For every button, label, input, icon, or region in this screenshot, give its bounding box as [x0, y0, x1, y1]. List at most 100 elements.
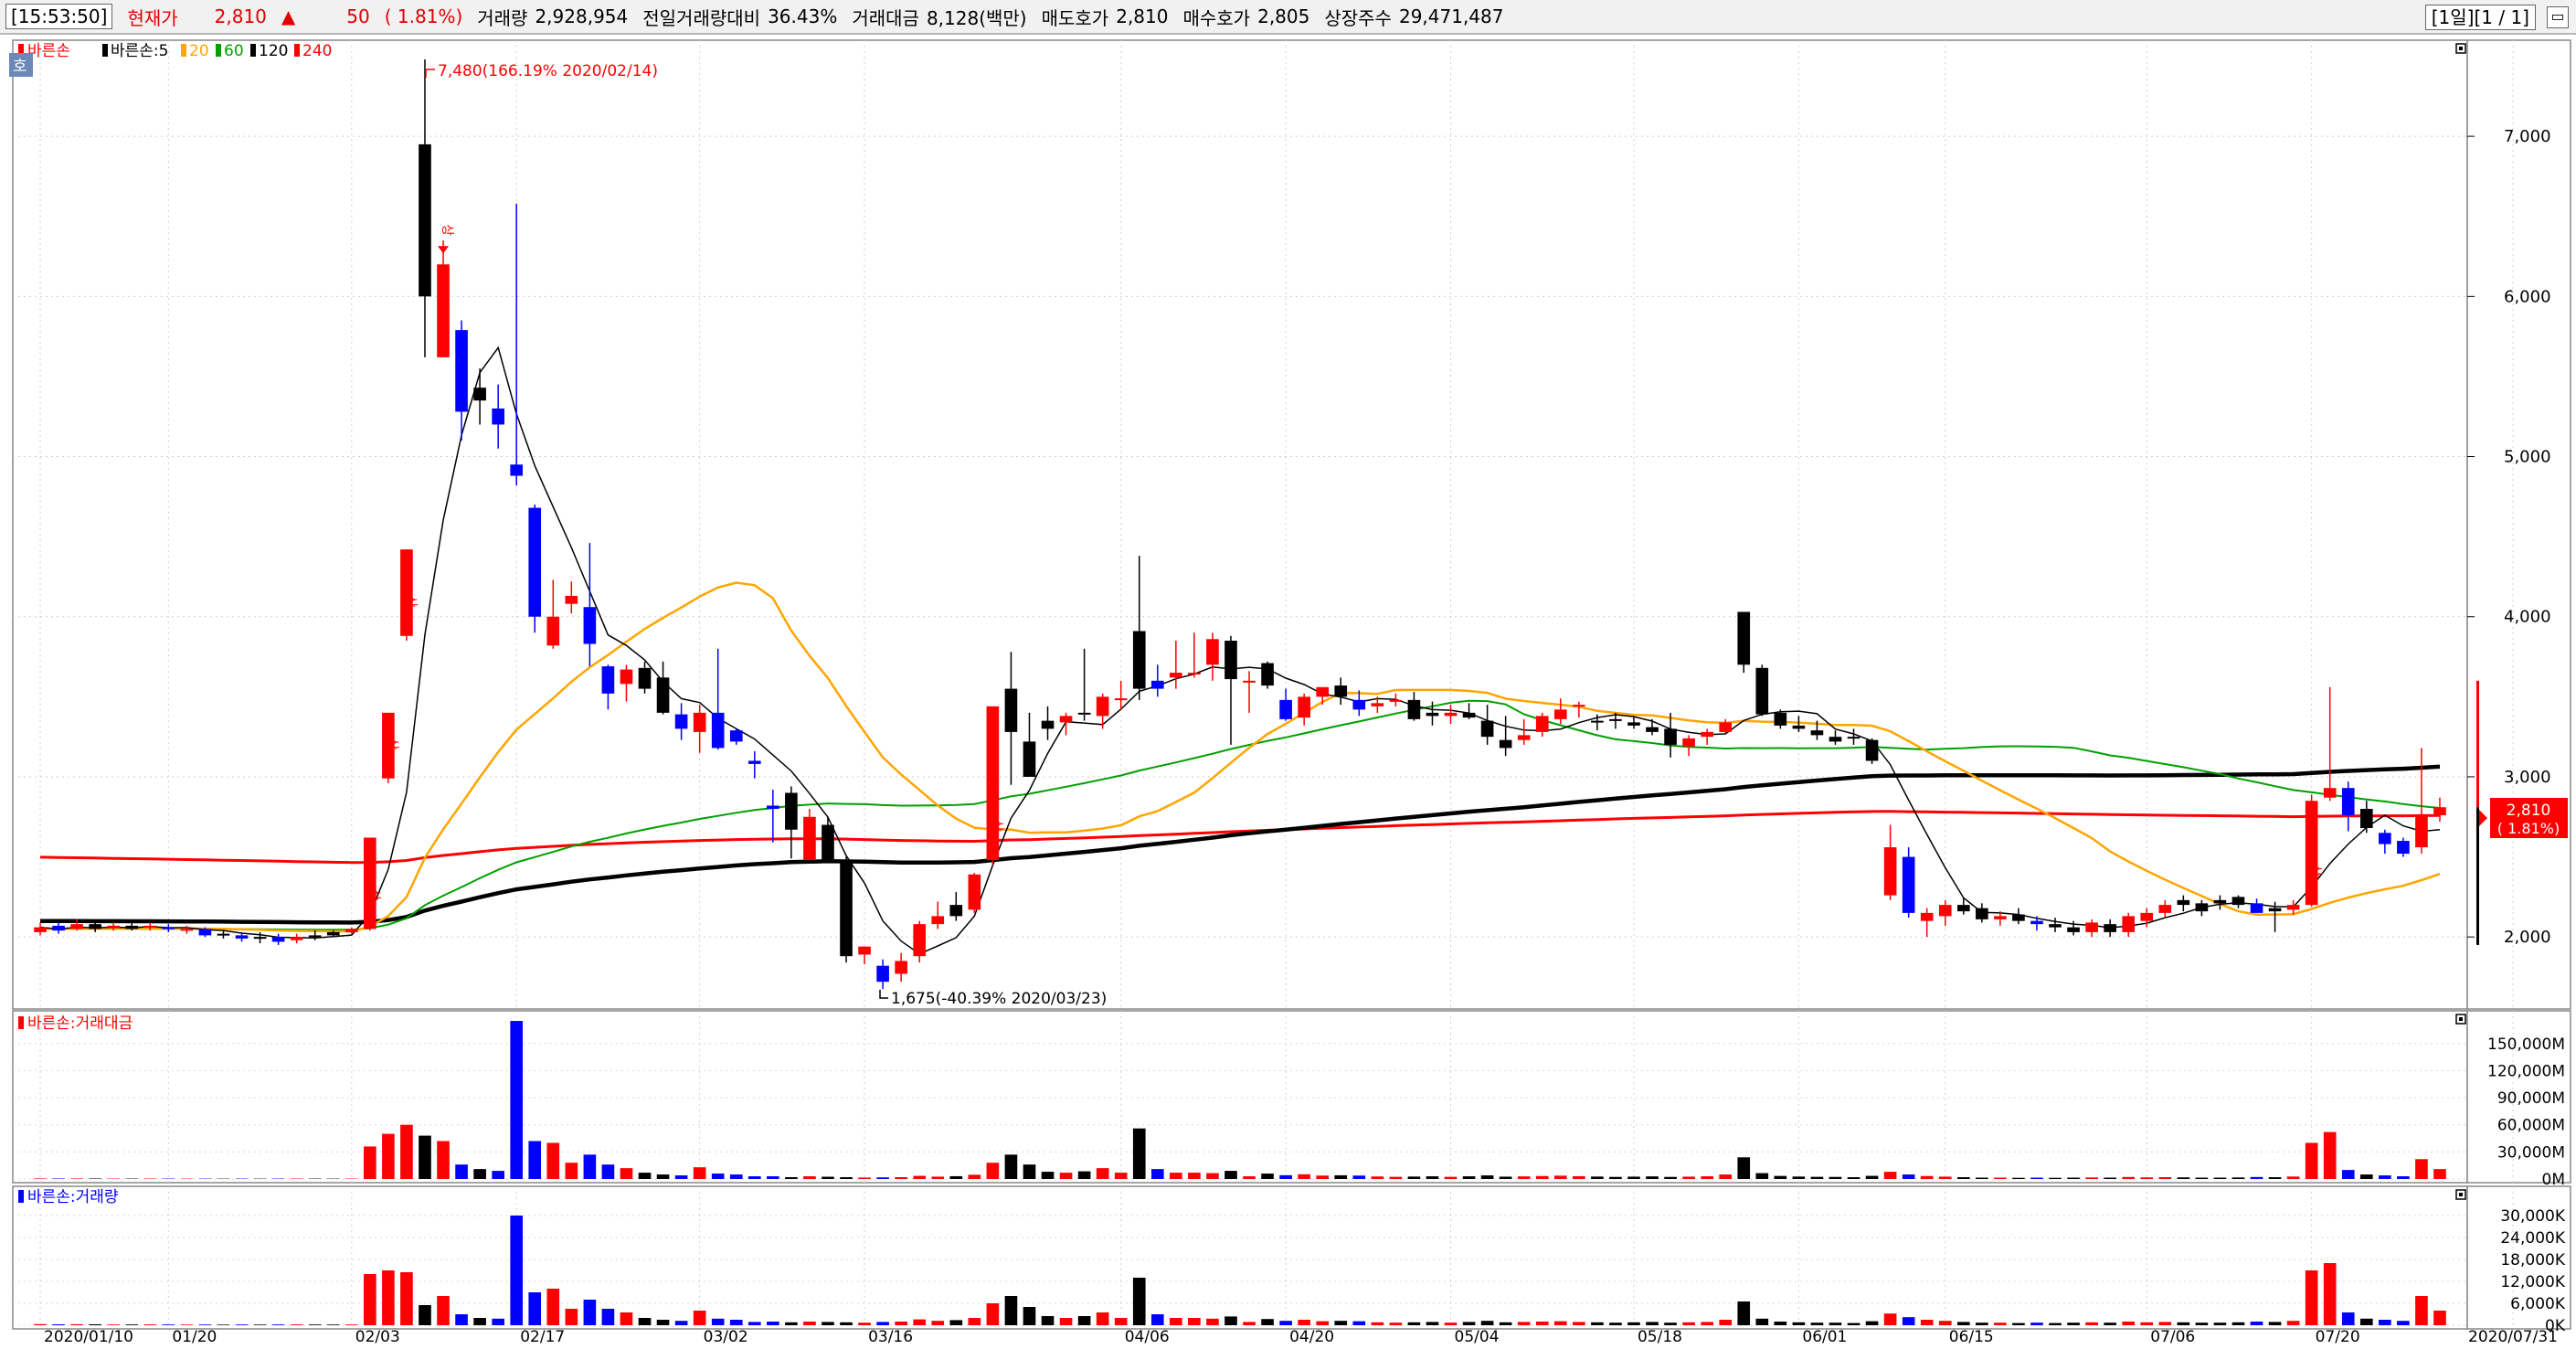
amount-bar	[674, 1175, 688, 1179]
candle-body	[1553, 709, 1567, 719]
candle-body	[620, 669, 633, 685]
amount-bar	[528, 1141, 542, 1179]
candle-body	[1664, 728, 1677, 745]
amount-tick-label: 90,000M	[2497, 1089, 2565, 1108]
square-icon[interactable]: ▭	[2547, 6, 2569, 28]
candle-body	[2415, 815, 2428, 848]
candle-body	[822, 824, 834, 861]
candle-body	[1371, 703, 1384, 706]
volume-bar	[217, 1324, 230, 1325]
volume-label: 거래량	[477, 6, 528, 29]
amount-bar	[1389, 1176, 1403, 1179]
candle-body	[70, 924, 83, 929]
volume-bar	[308, 1324, 322, 1325]
candle-body	[1206, 639, 1219, 665]
amount-bar	[1041, 1172, 1055, 1179]
candle-body	[2359, 808, 2373, 829]
volume-bar	[2305, 1270, 2318, 1325]
amount-bar	[1994, 1177, 2007, 1179]
candle-body	[34, 927, 47, 932]
volume-bar	[803, 1322, 816, 1325]
volume-bar	[1847, 1322, 1860, 1325]
candle-body	[1150, 680, 1164, 689]
volume-bar	[986, 1303, 1000, 1325]
amount-bar	[968, 1174, 981, 1179]
candle-body	[1737, 611, 1751, 665]
volume-bar	[1810, 1322, 1824, 1325]
volume-bar	[601, 1309, 615, 1325]
amount-bar	[1902, 1174, 1915, 1179]
volume-bar	[1206, 1318, 1219, 1325]
amount-bar	[656, 1174, 670, 1179]
candle-body	[235, 935, 249, 939]
candle-body	[1920, 912, 1934, 921]
candle-body	[1591, 720, 1604, 723]
amount-bar	[1609, 1176, 1622, 1179]
date-tick-label: 04/06	[1125, 1328, 1170, 1346]
candle-body	[271, 937, 285, 942]
candle-body	[1719, 722, 1733, 732]
amount-bar	[1701, 1176, 1713, 1179]
volume-bar	[271, 1324, 285, 1325]
candle-body	[290, 937, 303, 940]
volume-bar	[583, 1300, 597, 1325]
candle-body	[107, 925, 121, 928]
period-selector[interactable]: [1일][1 / 1]	[2424, 5, 2536, 30]
candle-body	[1938, 905, 1952, 917]
volume-bar	[785, 1322, 798, 1325]
date-tick-label: 06/01	[1802, 1328, 1847, 1346]
amount-bar	[1591, 1176, 1604, 1179]
volume-bar	[364, 1274, 376, 1325]
candle-body	[455, 330, 468, 412]
candle-body	[638, 667, 652, 689]
volume-bar	[1499, 1322, 1512, 1325]
volume-bar	[2195, 1322, 2209, 1325]
volume-bar	[1865, 1321, 1879, 1325]
amount-bar	[1865, 1175, 1879, 1179]
candle-body	[1188, 673, 1201, 675]
volume-bar	[565, 1309, 578, 1325]
volume-bar	[1334, 1321, 1348, 1325]
amount-tick-label: 60,000M	[2497, 1117, 2565, 1135]
volume-bar	[1646, 1322, 1659, 1325]
amount-bar	[34, 1178, 47, 1179]
change-percent: ( 1.81%)	[384, 5, 463, 27]
low-label: 1,675(-40.39% 2020/03/23)	[891, 990, 1107, 1008]
amount-bar	[840, 1177, 853, 1179]
candle-body	[510, 464, 524, 476]
amount-bar	[400, 1124, 413, 1179]
volume-bar	[34, 1323, 47, 1325]
amount-bar	[1188, 1173, 1201, 1179]
amount-bar	[620, 1168, 633, 1179]
ask-label: 매도호가	[1041, 6, 1109, 29]
candle-body	[1444, 712, 1458, 717]
amount-bar	[473, 1169, 486, 1179]
candle-body	[1517, 735, 1531, 740]
volume-bar	[143, 1324, 157, 1325]
stock-chart[interactable]: 7,000 6,000 5,000 4,000 3,000 2,000 150,000M 12…	[0, 33, 2576, 1349]
amount-bar	[1938, 1176, 1952, 1179]
side-tab-label[interactable]: 호	[13, 58, 27, 76]
amount-bar	[1243, 1176, 1256, 1179]
volume-tick-label: 24,000K	[2500, 1229, 2565, 1248]
candle-body	[308, 935, 322, 938]
volume-bar	[1279, 1321, 1292, 1325]
amount-bar	[1132, 1128, 1146, 1179]
candle-body	[931, 916, 945, 925]
volume-bar	[674, 1321, 688, 1325]
amount-bar	[1499, 1176, 1512, 1179]
legend-name: 바른손	[27, 42, 70, 60]
volume-bar	[1150, 1314, 1164, 1325]
high-annotation: 7,480(166.19% 2020/02/14)	[425, 62, 658, 80]
side-tab[interactable]: 호	[9, 53, 33, 77]
amount-bar	[1261, 1174, 1274, 1179]
change-value: 50	[346, 5, 370, 27]
legend-swatch-volume	[18, 1190, 24, 1203]
amount-bar	[419, 1135, 431, 1179]
volume-bar	[1004, 1296, 1018, 1325]
panel-toggle-icon-inner	[2459, 1193, 2463, 1196]
volume-bar	[2049, 1322, 2062, 1325]
volume-bar	[1023, 1307, 1036, 1325]
candle-body	[2268, 908, 2282, 912]
candle-body	[1792, 725, 1806, 729]
